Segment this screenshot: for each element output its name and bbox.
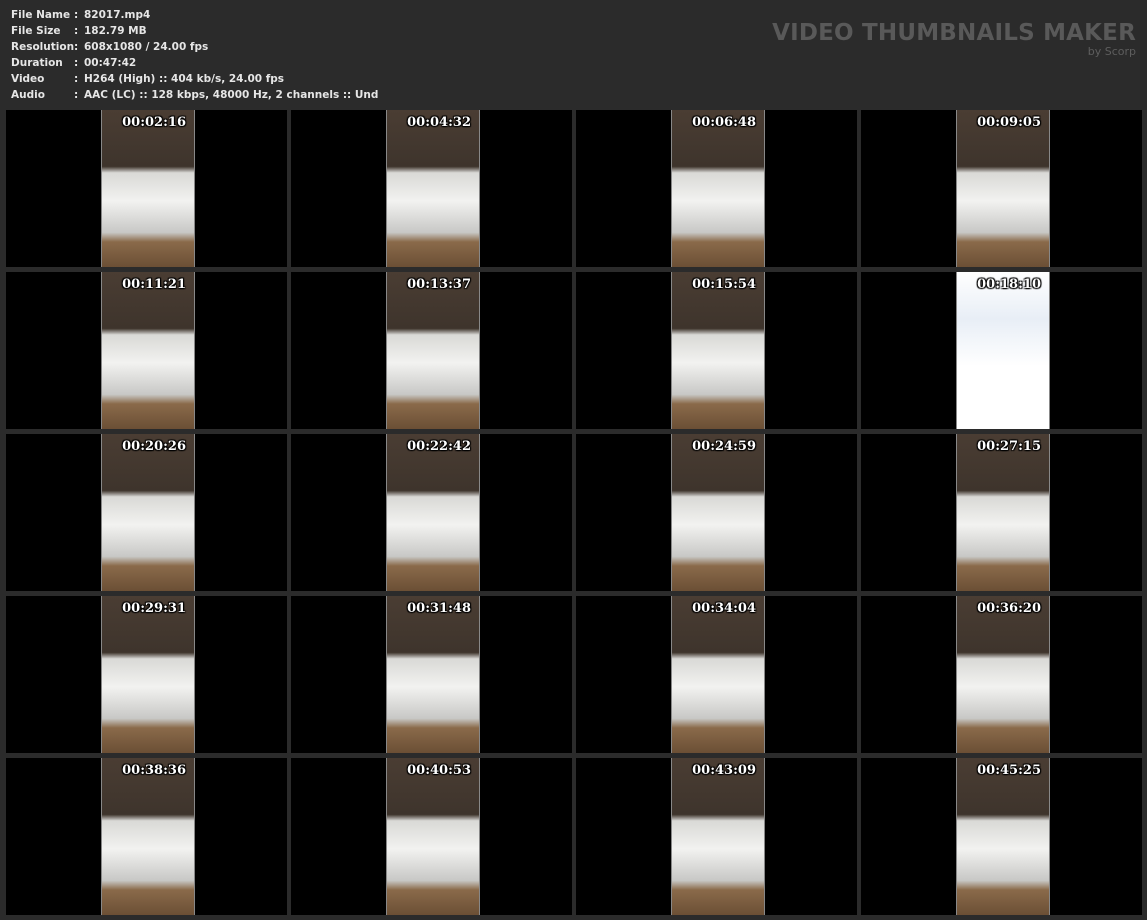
thumbnail-cell[interactable]: 00:18:10	[861, 272, 1142, 429]
timestamp: 00:13:37	[407, 277, 471, 292]
thumbnail-frame: 00:02:16	[101, 110, 195, 267]
timestamp: 00:45:25	[977, 763, 1041, 778]
thumbnail-cell[interactable]: 00:34:04	[576, 596, 857, 753]
info-value: 182.79 MB	[84, 25, 147, 37]
info-row: File Size:182.79 MB	[11, 23, 378, 39]
info-key: Video	[11, 73, 45, 85]
info-separator: :	[74, 73, 79, 85]
thumbnail-cell[interactable]: 00:06:48	[576, 110, 857, 267]
thumbnail-cell[interactable]: 00:22:42	[291, 434, 572, 591]
thumbnail-frame: 00:15:54	[671, 272, 765, 429]
thumbnail-frame: 00:09:05	[956, 110, 1050, 267]
thumbnail-frame: 00:04:32	[386, 110, 480, 267]
info-row: Audio: AAC (LC) :: 128 kbps, 48000 Hz, 2 …	[11, 87, 378, 103]
thumbnail-cell[interactable]: 00:29:31	[6, 596, 287, 753]
thumbnail-cell[interactable]: 00:04:32	[291, 110, 572, 267]
info-value: AAC (LC) :: 128 kbps, 48000 Hz, 2 channe…	[84, 89, 379, 101]
thumbnail-frame: 00:18:10	[956, 272, 1050, 429]
thumbnail-frame: 00:45:25	[956, 758, 1050, 915]
file-info: File Name:82017.mp4 File Size:182.79 MB Re…	[11, 7, 378, 103]
thumbnail-frame: 00:38:36	[101, 758, 195, 915]
thumbnail-frame: 00:06:48	[671, 110, 765, 267]
info-key: Resolution	[11, 41, 75, 53]
timestamp: 00:22:42	[407, 439, 471, 454]
thumbnail-frame: 00:31:48	[386, 596, 480, 753]
thumbnail-cell[interactable]: 00:40:53	[291, 758, 572, 915]
thumbnail-frame: 00:24:59	[671, 434, 765, 591]
thumbnail-frame: 00:29:31	[101, 596, 195, 753]
timestamp: 00:43:09	[692, 763, 756, 778]
info-value: 82017.mp4	[84, 9, 151, 21]
timestamp: 00:06:48	[692, 115, 756, 130]
timestamp: 00:40:53	[407, 763, 471, 778]
thumbnail-grid: 00:02:16 00:04:32 00:06:48 00:09:05 00:11:21…	[6, 110, 1142, 915]
brand-title: VIDEO THUMBNAILS MAKER	[772, 20, 1136, 46]
thumbnail-frame: 00:43:09	[671, 758, 765, 915]
timestamp: 00:18:10	[977, 277, 1041, 292]
thumbnail-cell[interactable]: 00:20:26	[6, 434, 287, 591]
timestamp: 00:36:20	[977, 601, 1041, 616]
timestamp: 00:38:36	[122, 763, 186, 778]
info-row: File Name:82017.mp4	[11, 7, 378, 23]
info-key: File Name	[11, 9, 71, 21]
thumbnail-cell[interactable]: 00:13:37	[291, 272, 572, 429]
thumbnail-cell[interactable]: 00:11:21	[6, 272, 287, 429]
thumbnail-cell[interactable]: 00:43:09	[576, 758, 857, 915]
info-value: 608x1080 / 24.00 fps	[84, 41, 209, 53]
timestamp: 00:02:16	[122, 115, 186, 130]
timestamp: 00:29:31	[122, 601, 186, 616]
info-separator: :	[74, 25, 79, 37]
info-separator: :	[74, 9, 79, 21]
timestamp: 00:20:26	[122, 439, 186, 454]
thumbnail-cell[interactable]: 00:27:15	[861, 434, 1142, 591]
thumbnail-cell[interactable]: 00:38:36	[6, 758, 287, 915]
timestamp: 00:27:15	[977, 439, 1041, 454]
thumbnail-frame: 00:27:15	[956, 434, 1050, 591]
info-row: Resolution:608x1080 / 24.00 fps	[11, 39, 378, 55]
brand-watermark: VIDEO THUMBNAILS MAKER by Scorp	[772, 20, 1136, 58]
timestamp: 00:11:21	[122, 277, 186, 292]
thumbnail-frame: 00:36:20	[956, 596, 1050, 753]
info-separator: :	[74, 89, 79, 101]
thumbnail-frame: 00:11:21	[101, 272, 195, 429]
thumbnail-frame: 00:22:42	[386, 434, 480, 591]
info-value: 00:47:42	[84, 57, 137, 69]
thumbnail-cell[interactable]: 00:24:59	[576, 434, 857, 591]
thumbnail-frame: 00:13:37	[386, 272, 480, 429]
info-value: H264 (High) :: 404 kb/s, 24.00 fps	[84, 73, 285, 85]
thumbnail-frame: 00:20:26	[101, 434, 195, 591]
info-key: Audio	[11, 89, 45, 101]
info-key: Duration	[11, 57, 63, 69]
info-key: File Size	[11, 25, 61, 37]
thumbnail-cell[interactable]: 00:31:48	[291, 596, 572, 753]
timestamp: 00:31:48	[407, 601, 471, 616]
thumbnail-frame: 00:40:53	[386, 758, 480, 915]
timestamp: 00:15:54	[692, 277, 756, 292]
thumbnail-cell[interactable]: 00:15:54	[576, 272, 857, 429]
thumbnail-cell[interactable]: 00:02:16	[6, 110, 287, 267]
thumbnail-cell[interactable]: 00:45:25	[861, 758, 1142, 915]
thumbnail-cell[interactable]: 00:36:20	[861, 596, 1142, 753]
brand-subtitle: by Scorp	[1087, 45, 1136, 58]
thumbnail-cell[interactable]: 00:09:05	[861, 110, 1142, 267]
info-row: Video: H264 (High) :: 404 kb/s, 24.00 fps	[11, 71, 378, 87]
timestamp: 00:09:05	[977, 115, 1041, 130]
info-separator: :	[74, 41, 79, 53]
info-separator: :	[74, 57, 79, 69]
info-row: Duration:00:47:42	[11, 55, 378, 71]
timestamp: 00:04:32	[407, 115, 471, 130]
timestamp: 00:24:59	[692, 439, 756, 454]
thumbnail-frame: 00:34:04	[671, 596, 765, 753]
timestamp: 00:34:04	[692, 601, 756, 616]
